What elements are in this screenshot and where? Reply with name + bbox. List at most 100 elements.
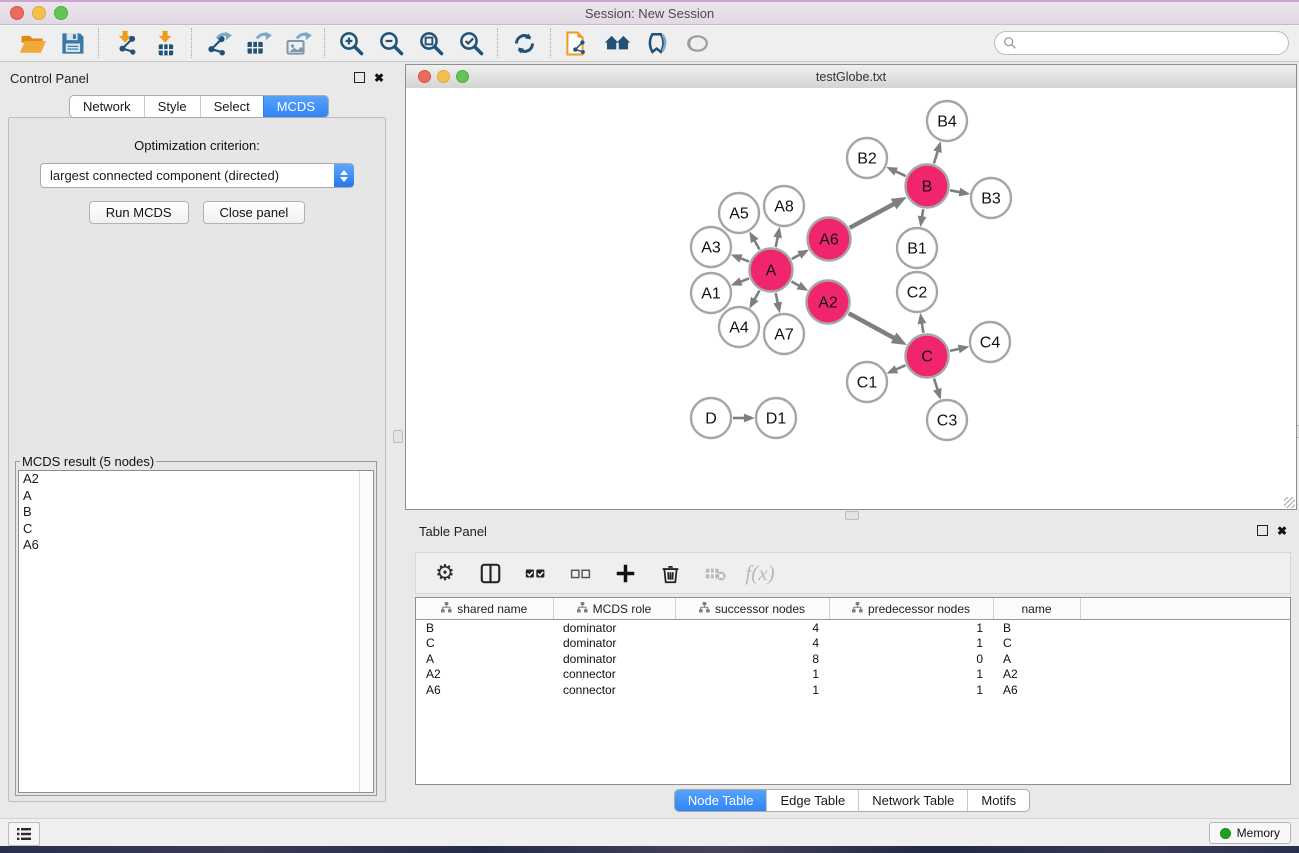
node-B3[interactable]: B3 (971, 178, 1011, 218)
add-column-icon[interactable] (613, 560, 637, 586)
table-row[interactable]: Cdominator41C (416, 636, 1290, 652)
zoom-out-icon[interactable] (371, 27, 411, 59)
column-header-name[interactable]: name (993, 598, 1080, 620)
node-A8[interactable]: A8 (764, 186, 804, 226)
mcds-result-item[interactable]: A (19, 488, 373, 505)
node-B4[interactable]: B4 (927, 101, 967, 141)
edge-B-B4[interactable] (934, 151, 938, 164)
node-D1[interactable]: D1 (756, 398, 796, 438)
delete-column-icon[interactable] (658, 560, 682, 586)
edge-C-C4[interactable] (950, 349, 960, 351)
list-scrollbar[interactable] (359, 471, 373, 792)
horizontal-splitter-handle[interactable] (845, 511, 859, 520)
close-panel-button[interactable]: Close panel (203, 201, 306, 224)
float-table-panel-icon[interactable] (1257, 525, 1268, 536)
mcds-result-item[interactable]: C (19, 521, 373, 538)
edge-A-A3[interactable] (740, 258, 749, 261)
refresh-layout-icon[interactable] (504, 27, 544, 59)
column-header-successor-nodes[interactable]: successor nodes (675, 598, 829, 620)
edge-A-A7[interactable] (776, 293, 778, 304)
gear-icon[interactable]: ⚙ (433, 560, 457, 586)
edge-C-C2[interactable] (922, 323, 924, 333)
edge-A-A5[interactable] (754, 240, 759, 249)
node-D[interactable]: D (691, 398, 731, 438)
open-file-icon[interactable] (12, 27, 52, 59)
edge-A6-B[interactable] (850, 203, 895, 227)
network-window-titlebar[interactable]: testGlobe.txt (406, 65, 1296, 89)
table-row[interactable]: A2connector11A2 (416, 667, 1290, 683)
mcds-result-list[interactable]: A2ABCA6 (18, 470, 374, 793)
save-session-icon[interactable] (52, 27, 92, 59)
close-panel-icon[interactable]: ✖ (374, 73, 384, 83)
edge-B-B1[interactable] (922, 209, 923, 217)
close-table-panel-icon[interactable]: ✖ (1277, 526, 1287, 536)
tab-edge-table[interactable]: Edge Table (766, 790, 858, 811)
node-B[interactable]: B (906, 165, 949, 208)
table-row[interactable]: Adominator80A (416, 651, 1290, 667)
edge-C-C3[interactable] (934, 378, 938, 390)
export-image-icon[interactable] (278, 27, 318, 59)
table-row[interactable]: A6connector11A6 (416, 682, 1290, 698)
search-input[interactable] (994, 31, 1289, 55)
edge-A-A1[interactable] (740, 278, 749, 281)
node-B1[interactable]: B1 (897, 228, 937, 268)
node-table[interactable]: shared nameMCDS rolesuccessor nodesprede… (415, 597, 1291, 785)
edge-B-B3[interactable] (950, 190, 960, 192)
import-network-icon[interactable] (105, 27, 145, 59)
table-row[interactable]: Bdominator41B (416, 620, 1290, 636)
show-details-icon[interactable] (677, 27, 717, 59)
network-file-icon[interactable] (557, 27, 597, 59)
split-panel-icon[interactable] (478, 560, 502, 586)
column-header-predecessor-nodes[interactable]: predecessor nodes (829, 598, 993, 620)
vertical-splitter-handle[interactable] (393, 430, 403, 443)
import-table-icon[interactable] (145, 27, 185, 59)
node-A2[interactable]: A2 (807, 281, 850, 324)
edge-A-A6[interactable] (792, 254, 801, 259)
select-all-icon[interactable] (523, 560, 547, 586)
node-C4[interactable]: C4 (970, 322, 1010, 362)
column-header-shared-name[interactable]: shared name (416, 598, 553, 620)
node-C[interactable]: C (906, 335, 949, 378)
run-mcds-button[interactable]: Run MCDS (89, 201, 189, 224)
column-header-MCDS-role[interactable]: MCDS role (553, 598, 675, 620)
export-table-icon[interactable] (238, 27, 278, 59)
mcds-result-item[interactable]: A2 (19, 471, 373, 488)
search-field[interactable] (1017, 35, 1288, 51)
node-B2[interactable]: B2 (847, 138, 887, 178)
edge-A-A4[interactable] (754, 290, 759, 299)
node-C2[interactable]: C2 (897, 272, 937, 312)
task-history-button[interactable] (8, 822, 40, 846)
node-A[interactable]: A (750, 249, 793, 292)
node-A1[interactable]: A1 (691, 273, 731, 313)
edge-A2-C[interactable] (849, 313, 895, 338)
window-resize-grip[interactable] (1284, 497, 1295, 508)
node-A6[interactable]: A6 (808, 218, 851, 261)
mcds-result-item[interactable]: B (19, 504, 373, 521)
tab-select[interactable]: Select (200, 96, 263, 117)
node-C1[interactable]: C1 (847, 362, 887, 402)
node-C3[interactable]: C3 (927, 400, 967, 440)
node-A7[interactable]: A7 (764, 314, 804, 354)
edge-C-C1[interactable] (895, 365, 905, 369)
tab-motifs[interactable]: Motifs (967, 790, 1029, 811)
edge-A-A8[interactable] (776, 236, 778, 247)
node-A5[interactable]: A5 (719, 193, 759, 233)
edge-B-B2[interactable] (895, 171, 906, 176)
node-A3[interactable]: A3 (691, 227, 731, 267)
criterion-dropdown[interactable]: largest connected component (directed) (40, 163, 354, 188)
tab-style[interactable]: Style (144, 96, 200, 117)
network-canvas-svg[interactable]: B4 B2 B B3 A8A5 A6 A3 B1 A C2 A1 A2 A4A7 C4 C C1 D D1 C3 (406, 88, 1296, 509)
tab-network[interactable]: Network (70, 96, 144, 117)
home-icon[interactable] (597, 27, 637, 59)
zoom-in-icon[interactable] (331, 27, 371, 59)
mcds-result-item[interactable]: A6 (19, 537, 373, 554)
tab-network-table[interactable]: Network Table (858, 790, 967, 811)
edge-A-A2[interactable] (791, 282, 799, 287)
memory-button[interactable]: Memory (1209, 822, 1291, 844)
network-canvas[interactable]: B4 B2 B B3 A8A5 A6 A3 B1 A C2 A1 A2 A4A7 C4 C C1 D D1 C3 (406, 88, 1296, 509)
tab-node-table[interactable]: Node Table (675, 790, 767, 811)
hide-details-icon[interactable] (637, 27, 677, 59)
float-panel-icon[interactable] (354, 72, 365, 83)
deselect-all-icon[interactable] (568, 560, 592, 586)
node-A4[interactable]: A4 (719, 307, 759, 347)
